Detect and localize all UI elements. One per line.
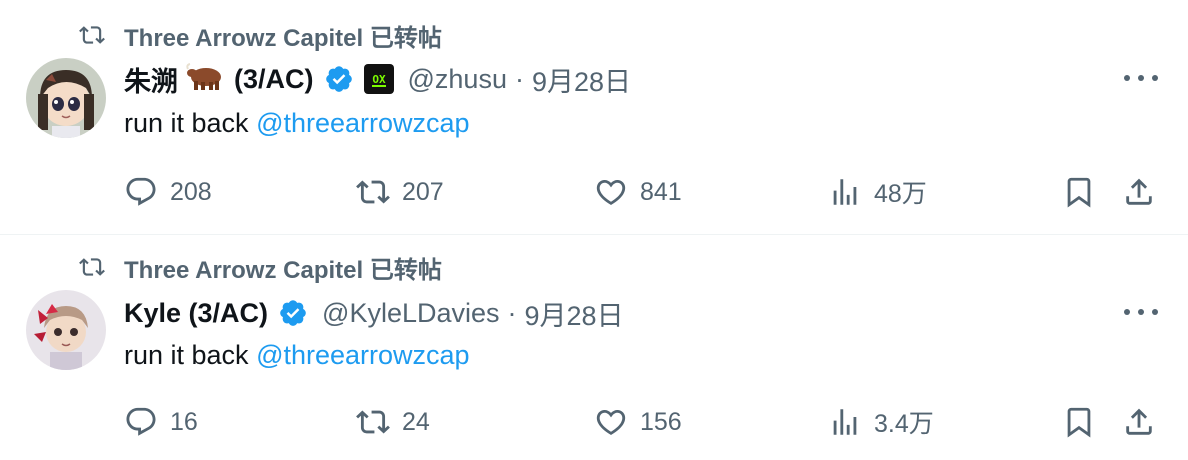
repost-button[interactable]: 24 xyxy=(356,400,430,444)
retweet-icon xyxy=(79,258,105,276)
retweeter-label: Three Arrowz Capitel 已转帖 xyxy=(124,256,442,284)
retweet-context[interactable]: Three Arrowz Capitel 已转帖 xyxy=(76,252,442,284)
separator-dot: · xyxy=(507,297,517,328)
verified-icon[interactable] xyxy=(278,298,308,328)
user-handle[interactable]: @KyleLDavies xyxy=(322,298,499,329)
reply-icon xyxy=(126,407,156,436)
display-name[interactable]: Kyle (3/AC) xyxy=(124,298,268,329)
share-icon xyxy=(1126,408,1152,435)
views-count: 3.4万 xyxy=(874,410,934,438)
action-bar: 16 24 156 3.4万 xyxy=(124,400,1164,444)
like-icon xyxy=(596,409,626,435)
tweet-header: Kyle (3/AC) @KyleLDavies · 9月28日 xyxy=(124,292,624,334)
avatar[interactable] xyxy=(26,290,106,370)
bookmark-button[interactable] xyxy=(1062,400,1096,444)
views-icon xyxy=(833,409,857,435)
tweet[interactable]: Three Arrowz Capitel 已转帖 Kyle (3/AC) @Ky… xyxy=(0,0,1188,438)
tweet-date[interactable]: 9月28日 xyxy=(525,294,624,333)
reply-count: 16 xyxy=(170,407,198,436)
mention-link[interactable]: @threearrowzcap xyxy=(256,340,470,370)
repost-icon xyxy=(356,410,390,434)
bookmark-icon xyxy=(1067,407,1091,438)
share-button[interactable] xyxy=(1122,400,1156,444)
views-button[interactable]: 3.4万 xyxy=(828,400,934,444)
reply-button[interactable]: 16 xyxy=(124,400,198,444)
tweet-text: run it back @threearrowzcap xyxy=(124,340,470,371)
tweet-text-content: run it back xyxy=(124,340,249,370)
like-button[interactable]: 156 xyxy=(594,400,682,444)
repost-count: 24 xyxy=(402,407,430,436)
like-count: 156 xyxy=(640,407,682,436)
more-icon[interactable] xyxy=(1124,300,1158,324)
tweet-divider xyxy=(0,234,1188,235)
avatar-image xyxy=(26,290,106,370)
